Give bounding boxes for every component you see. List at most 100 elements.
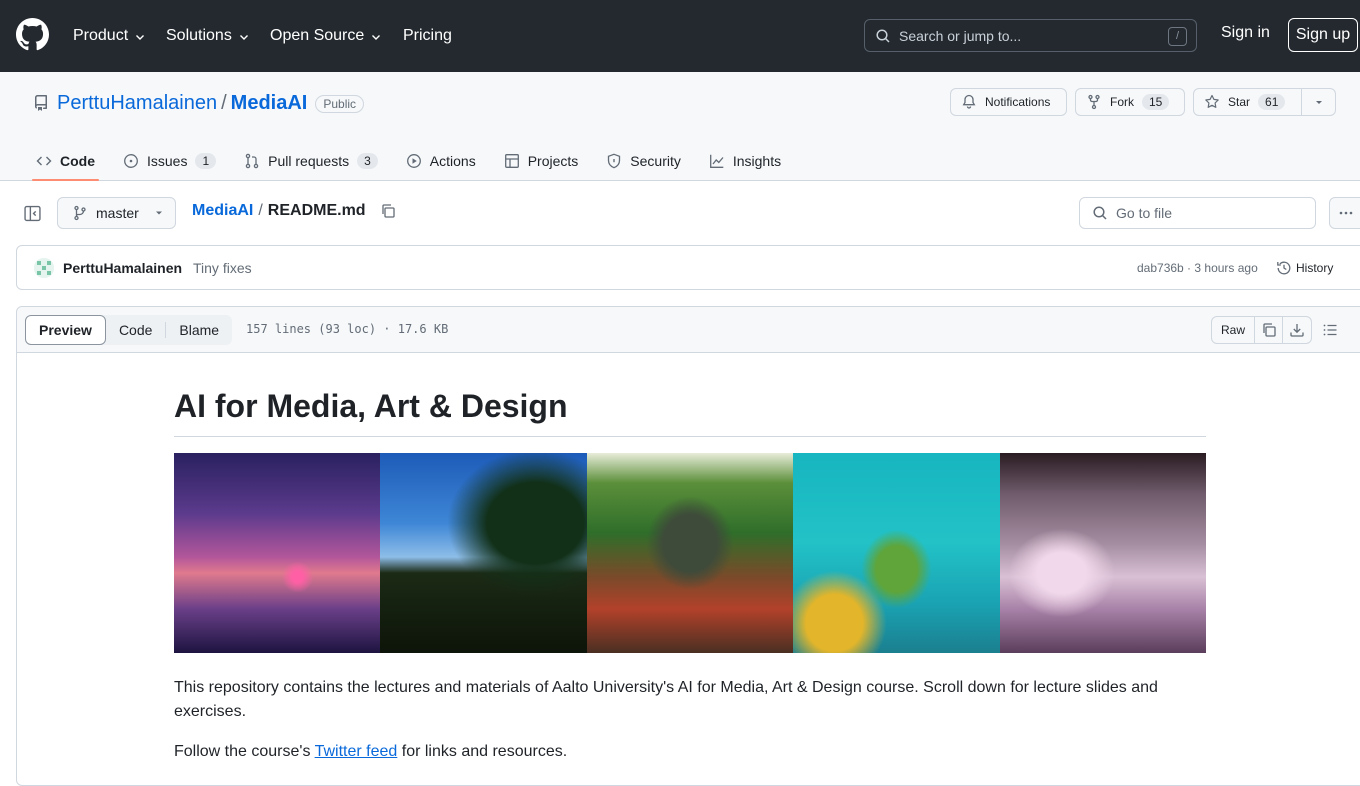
fork-icon	[1088, 94, 1100, 110]
tab-pull-requests[interactable]: Pull requests 3	[232, 140, 390, 181]
tab-insights-label: Insights	[732, 152, 782, 169]
issue-icon	[124, 153, 138, 168]
fork-button[interactable]: Fork 15	[1075, 88, 1185, 116]
identicon-icon	[34, 258, 54, 278]
blame-tab[interactable]: Blame	[166, 315, 232, 345]
history-label: History	[1296, 261, 1334, 275]
commit-author-link[interactable]: PerttuHamalainen	[63, 260, 182, 276]
nav-open-source-label: Open Source	[270, 27, 365, 44]
code-view-tab[interactable]: Code	[106, 315, 165, 345]
search-shortcut-key: /	[1168, 27, 1187, 46]
breadcrumb-file-name: README.md	[267, 202, 366, 219]
commit-message-link[interactable]: Tiny fixes	[193, 260, 252, 276]
readme-banner-image	[174, 453, 1206, 653]
github-logo-icon[interactable]	[16, 18, 49, 51]
commit-sha-and-time[interactable]: dab736b · 3 hours ago	[1137, 261, 1258, 275]
copy-raw-button[interactable]	[1255, 317, 1284, 343]
readme-content: AI for Media, Art & Design This reposito…	[174, 353, 1206, 764]
global-header: Product Solutions Open Source Pricing Se…	[0, 0, 1360, 72]
download-button[interactable]	[1283, 317, 1311, 343]
tab-security-label: Security	[630, 152, 681, 169]
branch-name: master	[96, 205, 139, 221]
tab-projects[interactable]: Projects	[492, 140, 591, 181]
readme-follow-paragraph: Follow the course's Twitter feed for lin…	[174, 740, 1206, 764]
banner-panel-4	[793, 453, 1000, 653]
sign-up-button[interactable]: Sign up	[1288, 18, 1358, 52]
twitter-feed-link[interactable]: Twitter feed	[315, 743, 398, 760]
view-mode-switch: Preview Code Blame	[25, 315, 233, 345]
notifications-button[interactable]: Notifications	[950, 88, 1067, 116]
file-viewer: Preview Code Blame 157 lines (93 loc) · …	[16, 306, 1360, 786]
search-placeholder: Search or jump to...	[899, 27, 1022, 44]
tab-insights[interactable]: Insights	[697, 140, 793, 181]
banner-panel-1	[174, 453, 381, 653]
visibility-badge: Public	[315, 94, 365, 113]
file-info: 157 lines (93 loc) · 17.6 KB	[246, 322, 449, 336]
star-list-dropdown[interactable]	[1301, 88, 1336, 116]
tab-pull-requests-label: Pull requests	[268, 152, 350, 169]
repo-name-link[interactable]: MediaAI	[231, 92, 308, 115]
file-viewer-header: Preview Code Blame 157 lines (93 loc) · …	[17, 307, 1360, 353]
sidebar-toggle-icon[interactable]	[24, 205, 41, 222]
nav-pricing-label: Pricing	[403, 27, 452, 44]
raw-button[interactable]: Raw	[1212, 317, 1256, 343]
sign-in-link[interactable]: Sign in	[1221, 24, 1270, 42]
list-unordered-icon[interactable]	[1322, 322, 1338, 338]
repository-header: PerttuHamalainen / MediaAI Public Notifi…	[0, 72, 1360, 181]
nav-solutions-label: Solutions	[166, 27, 232, 44]
global-search-input[interactable]: Search or jump to... /	[864, 19, 1197, 52]
tab-issues[interactable]: Issues 1	[111, 140, 228, 181]
tab-actions-label: Actions	[429, 152, 476, 169]
shield-icon	[608, 153, 621, 168]
follow-text-before: Follow the course's	[174, 743, 315, 760]
bell-icon	[962, 94, 976, 109]
download-icon	[1290, 324, 1304, 337]
breadcrumb-separator: /	[258, 202, 263, 219]
tab-actions[interactable]: Actions	[394, 140, 488, 181]
tab-projects-label: Projects	[527, 152, 579, 169]
repo-icon	[34, 95, 47, 111]
follow-text-after: for links and resources.	[397, 743, 568, 760]
star-count: 61	[1258, 94, 1286, 110]
preview-tab[interactable]: Preview	[25, 315, 106, 345]
chevron-down-icon	[136, 35, 145, 40]
banner-panel-5	[999, 453, 1206, 653]
nav-open-source[interactable]: Open Source	[270, 0, 382, 72]
nav-pricing[interactable]: Pricing	[403, 0, 452, 72]
search-icon	[876, 28, 890, 43]
issues-count: 1	[195, 152, 217, 169]
tab-issues-label: Issues	[147, 152, 188, 169]
nav-product-label: Product	[73, 27, 129, 44]
latest-commit-bar: PerttuHamalainen Tiny fixes dab736b · 3 …	[16, 245, 1360, 290]
branch-selector[interactable]: master	[57, 197, 176, 229]
breadcrumb-repo-link[interactable]: MediaAI	[192, 202, 253, 220]
readme-title: AI for Media, Art & Design	[174, 386, 1206, 437]
notifications-label: Notifications	[985, 95, 1051, 109]
copy-icon[interactable]	[380, 203, 396, 219]
fork-label: Fork	[1110, 95, 1134, 109]
nav-solutions[interactable]: Solutions	[166, 0, 250, 72]
table-icon	[504, 153, 519, 168]
banner-panel-3	[586, 453, 794, 653]
tab-security[interactable]: Security	[594, 140, 693, 181]
nav-product[interactable]: Product	[73, 0, 146, 72]
history-button[interactable]: History	[1276, 260, 1333, 276]
history-icon	[1277, 261, 1291, 275]
play-icon	[406, 153, 421, 168]
repo-owner-link[interactable]: PerttuHamalainen	[57, 92, 217, 115]
avatar[interactable]	[34, 258, 54, 278]
tab-code-label: Code	[60, 152, 95, 169]
go-to-file-input[interactable]: Go to file	[1079, 197, 1316, 229]
fork-count: 15	[1142, 94, 1170, 110]
star-button[interactable]: Star 61	[1193, 88, 1302, 116]
tab-code[interactable]: Code	[24, 140, 107, 181]
banner-panel-2	[380, 453, 587, 653]
file-actions: Raw	[1211, 316, 1313, 344]
search-icon	[1093, 206, 1107, 220]
chevron-down-icon	[372, 35, 381, 40]
go-to-file-placeholder: Go to file	[1116, 205, 1173, 221]
pull-request-icon	[245, 153, 259, 168]
more-options-button[interactable]	[1329, 197, 1360, 229]
repo-title-separator: /	[221, 92, 227, 114]
readme-intro-paragraph: This repository contains the lectures an…	[174, 679, 1158, 720]
